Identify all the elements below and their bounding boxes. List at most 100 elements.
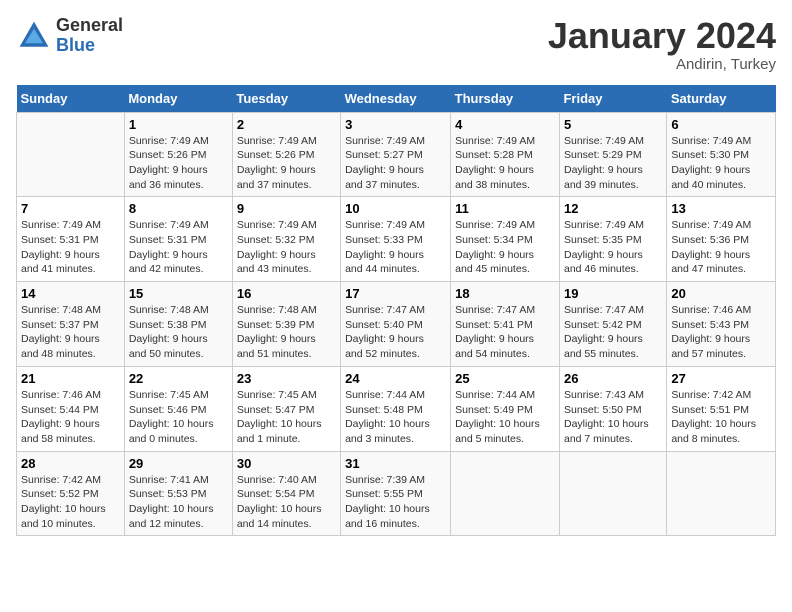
weekday-header-saturday: Saturday	[667, 85, 776, 113]
calendar-cell	[559, 451, 666, 536]
day-number: 8	[129, 201, 228, 216]
weekday-header-wednesday: Wednesday	[341, 85, 451, 113]
day-info: Sunrise: 7:49 AM Sunset: 5:32 PM Dayligh…	[237, 218, 336, 277]
calendar-cell: 25 Sunrise: 7:44 AM Sunset: 5:49 PM Dayli…	[451, 366, 560, 451]
day-info: Sunrise: 7:44 AM Sunset: 5:48 PM Dayligh…	[345, 388, 446, 447]
day-info: Sunrise: 7:49 AM Sunset: 5:29 PM Dayligh…	[564, 134, 662, 193]
calendar-cell: 6 Sunrise: 7:49 AM Sunset: 5:30 PM Daylig…	[667, 112, 776, 197]
calendar-cell	[17, 112, 125, 197]
day-info: Sunrise: 7:49 AM Sunset: 5:35 PM Dayligh…	[564, 218, 662, 277]
day-info: Sunrise: 7:49 AM Sunset: 5:27 PM Dayligh…	[345, 134, 446, 193]
day-info: Sunrise: 7:49 AM Sunset: 5:31 PM Dayligh…	[129, 218, 228, 277]
calendar-cell: 16 Sunrise: 7:48 AM Sunset: 5:39 PM Dayli…	[232, 282, 340, 367]
day-number: 29	[129, 456, 228, 471]
calendar-cell: 19 Sunrise: 7:47 AM Sunset: 5:42 PM Dayli…	[559, 282, 666, 367]
calendar-cell: 11 Sunrise: 7:49 AM Sunset: 5:34 PM Dayli…	[451, 197, 560, 282]
calendar-cell: 3Sunrise: 7:49 AM Sunset: 5:27 PM Daylig…	[341, 112, 451, 197]
day-info: Sunrise: 7:49 AM Sunset: 5:31 PM Dayligh…	[21, 218, 120, 277]
day-info: Sunrise: 7:49 AM Sunset: 5:30 PM Dayligh…	[671, 134, 771, 193]
day-number: 14	[21, 286, 120, 301]
calendar-cell: 2Sunrise: 7:49 AM Sunset: 5:26 PM Daylig…	[232, 112, 340, 197]
day-number: 20	[671, 286, 771, 301]
day-number: 15	[129, 286, 228, 301]
day-number: 4	[455, 117, 555, 132]
calendar-cell: 23Sunrise: 7:45 AM Sunset: 5:47 PM Dayli…	[232, 366, 340, 451]
day-info: Sunrise: 7:39 AM Sunset: 5:55 PM Dayligh…	[345, 473, 446, 532]
day-number: 31	[345, 456, 446, 471]
calendar-cell: 4 Sunrise: 7:49 AM Sunset: 5:28 PM Daylig…	[451, 112, 560, 197]
day-info: Sunrise: 7:44 AM Sunset: 5:49 PM Dayligh…	[455, 388, 555, 447]
day-info: Sunrise: 7:48 AM Sunset: 5:38 PM Dayligh…	[129, 303, 228, 362]
calendar-cell: 12 Sunrise: 7:49 AM Sunset: 5:35 PM Dayli…	[559, 197, 666, 282]
calendar-cell: 15 Sunrise: 7:48 AM Sunset: 5:38 PM Dayli…	[124, 282, 232, 367]
logo-text: General Blue	[56, 16, 123, 56]
logo-general-label: General	[56, 16, 123, 36]
calendar-cell: 30Sunrise: 7:40 AM Sunset: 5:54 PM Dayli…	[232, 451, 340, 536]
day-info: Sunrise: 7:49 AM Sunset: 5:34 PM Dayligh…	[455, 218, 555, 277]
day-number: 16	[237, 286, 336, 301]
day-number: 11	[455, 201, 555, 216]
day-info: Sunrise: 7:49 AM Sunset: 5:26 PM Dayligh…	[129, 134, 228, 193]
calendar-table: SundayMondayTuesdayWednesdayThursdayFrid…	[16, 85, 776, 537]
weekday-header-row: SundayMondayTuesdayWednesdayThursdayFrid…	[17, 85, 776, 113]
calendar-cell: 22 Sunrise: 7:45 AM Sunset: 5:46 PM Dayli…	[124, 366, 232, 451]
calendar-week-row: 1Sunrise: 7:49 AM Sunset: 5:26 PM Daylig…	[17, 112, 776, 197]
calendar-cell: 29Sunrise: 7:41 AM Sunset: 5:53 PM Dayli…	[124, 451, 232, 536]
day-info: Sunrise: 7:47 AM Sunset: 5:40 PM Dayligh…	[345, 303, 446, 362]
calendar-cell: 8 Sunrise: 7:49 AM Sunset: 5:31 PM Daylig…	[124, 197, 232, 282]
day-number: 6	[671, 117, 771, 132]
day-number: 19	[564, 286, 662, 301]
day-info: Sunrise: 7:48 AM Sunset: 5:39 PM Dayligh…	[237, 303, 336, 362]
weekday-header-thursday: Thursday	[451, 85, 560, 113]
day-info: Sunrise: 7:46 AM Sunset: 5:44 PM Dayligh…	[21, 388, 120, 447]
day-info: Sunrise: 7:42 AM Sunset: 5:51 PM Dayligh…	[671, 388, 771, 447]
page-header: General Blue January 2024 Andirin, Turke…	[16, 16, 776, 73]
location-label: Andirin, Turkey	[548, 56, 776, 73]
day-number: 5	[564, 117, 662, 132]
calendar-cell	[451, 451, 560, 536]
day-number: 22	[129, 371, 228, 386]
day-number: 13	[671, 201, 771, 216]
day-number: 28	[21, 456, 120, 471]
month-title: January 2024	[548, 16, 776, 56]
title-block: January 2024 Andirin, Turkey	[548, 16, 776, 73]
calendar-week-row: 7 Sunrise: 7:49 AM Sunset: 5:31 PM Daylig…	[17, 197, 776, 282]
calendar-cell: 27 Sunrise: 7:42 AM Sunset: 5:51 PM Dayli…	[667, 366, 776, 451]
day-number: 10	[345, 201, 446, 216]
calendar-cell: 13 Sunrise: 7:49 AM Sunset: 5:36 PM Dayli…	[667, 197, 776, 282]
calendar-cell: 1Sunrise: 7:49 AM Sunset: 5:26 PM Daylig…	[124, 112, 232, 197]
weekday-header-monday: Monday	[124, 85, 232, 113]
calendar-cell: 10 Sunrise: 7:49 AM Sunset: 5:33 PM Dayli…	[341, 197, 451, 282]
weekday-header-friday: Friday	[559, 85, 666, 113]
calendar-cell: 18 Sunrise: 7:47 AM Sunset: 5:41 PM Dayli…	[451, 282, 560, 367]
day-number: 17	[345, 286, 446, 301]
day-info: Sunrise: 7:49 AM Sunset: 5:36 PM Dayligh…	[671, 218, 771, 277]
day-number: 18	[455, 286, 555, 301]
calendar-week-row: 21 Sunrise: 7:46 AM Sunset: 5:44 PM Dayli…	[17, 366, 776, 451]
logo-icon	[16, 18, 52, 54]
calendar-cell: 14Sunrise: 7:48 AM Sunset: 5:37 PM Dayli…	[17, 282, 125, 367]
day-number: 24	[345, 371, 446, 386]
calendar-week-row: 14Sunrise: 7:48 AM Sunset: 5:37 PM Dayli…	[17, 282, 776, 367]
day-number: 7	[21, 201, 120, 216]
calendar-cell: 26Sunrise: 7:43 AM Sunset: 5:50 PM Dayli…	[559, 366, 666, 451]
day-info: Sunrise: 7:49 AM Sunset: 5:28 PM Dayligh…	[455, 134, 555, 193]
calendar-cell: 7 Sunrise: 7:49 AM Sunset: 5:31 PM Daylig…	[17, 197, 125, 282]
day-number: 21	[21, 371, 120, 386]
day-info: Sunrise: 7:49 AM Sunset: 5:26 PM Dayligh…	[237, 134, 336, 193]
day-info: Sunrise: 7:47 AM Sunset: 5:41 PM Dayligh…	[455, 303, 555, 362]
day-info: Sunrise: 7:47 AM Sunset: 5:42 PM Dayligh…	[564, 303, 662, 362]
weekday-header-tuesday: Tuesday	[232, 85, 340, 113]
day-info: Sunrise: 7:43 AM Sunset: 5:50 PM Dayligh…	[564, 388, 662, 447]
day-number: 25	[455, 371, 555, 386]
day-number: 12	[564, 201, 662, 216]
day-number: 27	[671, 371, 771, 386]
day-number: 23	[237, 371, 336, 386]
calendar-cell	[667, 451, 776, 536]
day-number: 30	[237, 456, 336, 471]
calendar-cell: 21 Sunrise: 7:46 AM Sunset: 5:44 PM Dayli…	[17, 366, 125, 451]
calendar-cell: 20Sunrise: 7:46 AM Sunset: 5:43 PM Dayli…	[667, 282, 776, 367]
day-info: Sunrise: 7:49 AM Sunset: 5:33 PM Dayligh…	[345, 218, 446, 277]
day-info: Sunrise: 7:45 AM Sunset: 5:46 PM Dayligh…	[129, 388, 228, 447]
logo: General Blue	[16, 16, 123, 56]
